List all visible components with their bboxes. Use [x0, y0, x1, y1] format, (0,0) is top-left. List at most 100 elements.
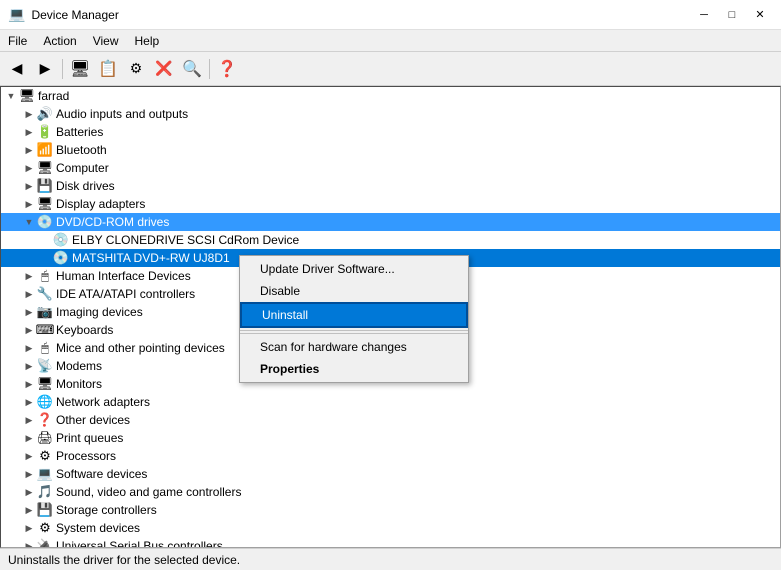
icon-displayadapters: 🖥 [37, 196, 53, 212]
label-computer: Computer [56, 161, 109, 175]
app-icon: 💻 [8, 6, 25, 23]
icon-processors: ⚙ [37, 448, 53, 464]
tree-item-elby[interactable]: 💿ELBY CLONEDRIVE SCSI CdRom Device [1, 231, 780, 249]
status-bar: Uninstalls the driver for the selected d… [0, 548, 781, 570]
tree-item-computer[interactable]: ▶🖥Computer [1, 159, 780, 177]
menu-item-view[interactable]: View [85, 32, 127, 50]
menu-item-action[interactable]: Action [35, 32, 84, 50]
label-printqueues: Print queues [56, 431, 123, 445]
expander-imaging[interactable]: ▶ [21, 304, 37, 320]
uninstall-toolbar-button[interactable]: ❌ [151, 56, 177, 82]
tree-item-usb[interactable]: ▶🔌Universal Serial Bus controllers [1, 537, 780, 548]
icon-monitors: 🖥 [37, 376, 53, 392]
tree-item-batteries[interactable]: ▶🔋Batteries [1, 123, 780, 141]
scan-toolbar-button[interactable]: 🔍 [179, 56, 205, 82]
expander-processors[interactable]: ▶ [21, 448, 37, 464]
icon-elby: 💿 [53, 232, 69, 248]
expander-modems[interactable]: ▶ [21, 358, 37, 374]
ctx-item-properties[interactable]: Properties [240, 358, 468, 380]
root-label: farrad [38, 89, 69, 103]
tree-item-otherdevices[interactable]: ▶❓Other devices [1, 411, 780, 429]
icon-otherdevices: ❓ [37, 412, 53, 428]
tree-item-printqueues[interactable]: ▶🖨Print queues [1, 429, 780, 447]
close-button[interactable]: ✕ [747, 5, 773, 25]
label-ide: IDE ATA/ATAPI controllers [56, 287, 195, 301]
label-monitors: Monitors [56, 377, 102, 391]
expander-keyboards[interactable]: ▶ [21, 322, 37, 338]
forward-button[interactable]: ▶ [32, 56, 58, 82]
root-expander[interactable]: ▼ [3, 88, 19, 104]
update-driver-toolbar-button[interactable]: ⚙ [123, 56, 149, 82]
properties-toolbar-button[interactable]: 📋 [95, 56, 121, 82]
label-matshita: MATSHITA DVD+-RW UJ8D1 [72, 251, 230, 265]
icon-dvdrom: 💿 [37, 214, 53, 230]
icon-imaging: 📷 [37, 304, 53, 320]
icon-bluetooth: 📶 [37, 142, 53, 158]
expander-storage[interactable]: ▶ [21, 502, 37, 518]
expander-displayadapters[interactable]: ▶ [21, 196, 37, 212]
ctx-item-uninstall[interactable]: Uninstall [240, 302, 468, 328]
icon-audio: 🔊 [37, 106, 53, 122]
expander-networkadapters[interactable]: ▶ [21, 394, 37, 410]
expander-dvdrom[interactable]: ▼ [21, 214, 37, 230]
label-networkadapters: Network adapters [56, 395, 150, 409]
title-bar-left: 💻 Device Manager [8, 6, 119, 23]
expander-ide[interactable]: ▶ [21, 286, 37, 302]
tree-item-systemdevices[interactable]: ▶⚙System devices [1, 519, 780, 537]
help-toolbar-button[interactable]: ❓ [214, 56, 240, 82]
icon-keyboards: ⌨ [37, 322, 53, 338]
expander-systemdevices[interactable]: ▶ [21, 520, 37, 536]
label-usb: Universal Serial Bus controllers [56, 539, 223, 548]
tree-item-networkadapters[interactable]: ▶🌐Network adapters [1, 393, 780, 411]
label-mice: Mice and other pointing devices [56, 341, 225, 355]
icon-sound: 🎵 [37, 484, 53, 500]
expander-computer[interactable]: ▶ [21, 160, 37, 176]
ctx-item-scan[interactable]: Scan for hardware changes [240, 336, 468, 358]
expander-monitors[interactable]: ▶ [21, 376, 37, 392]
ctx-separator-2 [240, 330, 468, 331]
label-storage: Storage controllers [56, 503, 157, 517]
minimize-button[interactable]: ─ [691, 5, 717, 25]
expander-bluetooth[interactable]: ▶ [21, 142, 37, 158]
label-imaging: Imaging devices [56, 305, 143, 319]
computer-button[interactable]: 🖥 [67, 56, 93, 82]
label-sound: Sound, video and game controllers [56, 485, 241, 499]
device-tree[interactable]: ▼ 🖥 farrad ▶🔊Audio inputs and outputs▶🔋B… [0, 86, 781, 548]
menu-item-file[interactable]: File [0, 32, 35, 50]
tree-item-software[interactable]: ▶💻Software devices [1, 465, 780, 483]
icon-software: 💻 [37, 466, 53, 482]
tree-item-bluetooth[interactable]: ▶📶Bluetooth [1, 141, 780, 159]
ctx-item-update-driver[interactable]: Update Driver Software... [240, 258, 468, 280]
label-bluetooth: Bluetooth [56, 143, 107, 157]
ctx-item-disable[interactable]: Disable [240, 280, 468, 302]
tree-item-dvdrom[interactable]: ▼💿DVD/CD-ROM drives [1, 213, 780, 231]
ctx-separator-1 [240, 333, 468, 334]
tree-item-sound[interactable]: ▶🎵Sound, video and game controllers [1, 483, 780, 501]
expander-otherdevices[interactable]: ▶ [21, 412, 37, 428]
back-button[interactable]: ◀ [4, 56, 30, 82]
window-title: Device Manager [31, 8, 118, 22]
label-keyboards: Keyboards [56, 323, 113, 337]
expander-printqueues[interactable]: ▶ [21, 430, 37, 446]
icon-printqueues: 🖨 [37, 430, 53, 446]
tree-item-storage[interactable]: ▶💾Storage controllers [1, 501, 780, 519]
tree-item-processors[interactable]: ▶⚙Processors [1, 447, 780, 465]
expander-software[interactable]: ▶ [21, 466, 37, 482]
tree-root[interactable]: ▼ 🖥 farrad [1, 87, 780, 105]
expander-sound[interactable]: ▶ [21, 484, 37, 500]
label-hid: Human Interface Devices [56, 269, 191, 283]
expander-audio[interactable]: ▶ [21, 106, 37, 122]
tree-item-audio[interactable]: ▶🔊Audio inputs and outputs [1, 105, 780, 123]
expander-usb[interactable]: ▶ [21, 538, 37, 548]
tree-item-diskdrives[interactable]: ▶💾Disk drives [1, 177, 780, 195]
computer-icon: 🖥 [19, 88, 35, 104]
expander-hid[interactable]: ▶ [21, 268, 37, 284]
expander-diskdrives[interactable]: ▶ [21, 178, 37, 194]
context-menu[interactable]: Update Driver Software...DisableUninstal… [239, 255, 469, 383]
menu-item-help[interactable]: Help [127, 32, 168, 50]
tree-item-displayadapters[interactable]: ▶🖥Display adapters [1, 195, 780, 213]
expander-batteries[interactable]: ▶ [21, 124, 37, 140]
maximize-button[interactable]: □ [719, 5, 745, 25]
expander-mice[interactable]: ▶ [21, 340, 37, 356]
label-systemdevices: System devices [56, 521, 140, 535]
